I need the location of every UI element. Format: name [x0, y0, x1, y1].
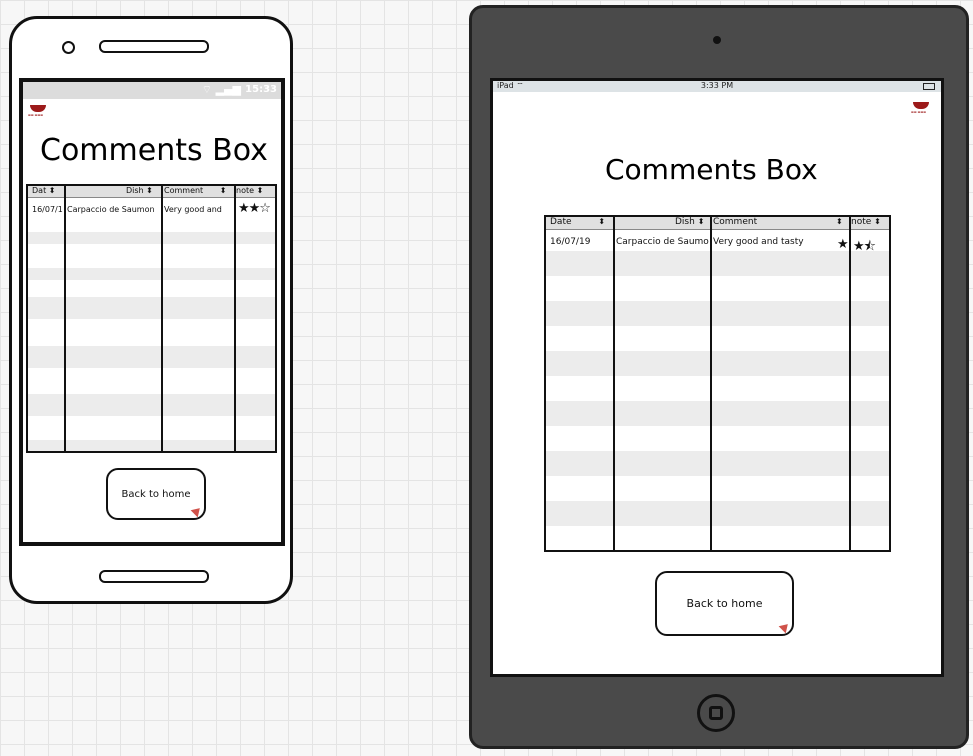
rating-star-overflow: ★: [837, 237, 849, 252]
status-time: 3:33 PM: [700, 81, 734, 90]
carrier-label: iPad ⌔: [497, 81, 524, 90]
column-header-dish[interactable]: Dish ⬍: [675, 217, 704, 227]
cursor-icon: [190, 504, 204, 518]
phone-speaker: [99, 40, 209, 53]
column-header-comment[interactable]: Comment ⬍: [164, 186, 226, 195]
cell-comment: Very good and tasty: [713, 237, 804, 247]
back-to-home-label: Back to home: [686, 597, 763, 610]
sort-icon: ⬍: [874, 216, 881, 226]
column-header-note[interactable]: note ⬍: [236, 186, 263, 195]
back-to-home-button[interactable]: Back to home: [106, 468, 206, 520]
sort-icon: ⬍: [598, 216, 606, 226]
sort-icon: ⬍: [256, 185, 264, 195]
signal-icon: ⌔ ▂▄▆: [201, 83, 241, 96]
back-to-home-button[interactable]: Back to home: [655, 571, 794, 636]
column-header-dish[interactable]: Dish ⬍: [126, 186, 153, 195]
column-header-date[interactable]: Date ⬍: [550, 217, 605, 227]
tablet-status-bar: iPad ⌔ 3:33 PM: [493, 81, 941, 92]
sort-icon: ⬍: [835, 216, 843, 226]
rating-stars: ★★☆: [238, 201, 271, 216]
column-header-note[interactable]: note ⬍: [851, 217, 881, 227]
back-to-home-label: Back to home: [121, 488, 191, 500]
restaurant-logo-icon: ▬▬ ▬▬▬: [28, 101, 48, 119]
cell-comment: Very good and: [164, 205, 222, 214]
cursor-icon: [778, 620, 792, 634]
column-header-comment[interactable]: Comment ⬍: [713, 217, 843, 227]
column-header-date[interactable]: Dat ⬍: [32, 186, 55, 195]
cell-date: 16/07/1: [32, 205, 63, 214]
home-square-icon: [709, 706, 723, 720]
tablet-home-button[interactable]: [697, 694, 735, 732]
sort-icon: ⬍: [146, 185, 153, 195]
phone-status-bar: ⌔ ▂▄▆ 15:33: [23, 82, 281, 99]
tablet-camera: [713, 36, 721, 44]
cell-dish: Carpaccio de Saumon: [67, 205, 155, 214]
sort-icon: ⬍: [219, 185, 227, 195]
rating-stars: ★⯪: [853, 239, 876, 254]
phone-home-button[interactable]: [99, 570, 209, 583]
page-title: Comments Box: [40, 133, 268, 168]
cell-dish: Carpaccio de Saumon: [616, 237, 709, 247]
comments-table: Dat ⬍ Dish ⬍ Comment ⬍ note ⬍ 16/07/1 Ca…: [26, 184, 277, 453]
restaurant-logo-icon: ▬▬ ▬▬▬: [911, 98, 931, 116]
sort-icon: ⬍: [48, 185, 56, 195]
comments-table: Date ⬍ Dish ⬍ Comment ⬍ note ⬍ 16/07/19 …: [544, 215, 891, 552]
sort-icon: ⬍: [697, 216, 705, 226]
cell-date: 16/07/19: [550, 237, 591, 247]
phone-camera: [62, 41, 75, 54]
page-title: Comments Box: [605, 153, 818, 186]
status-time: 15:33: [245, 84, 277, 95]
battery-icon: [923, 83, 935, 90]
